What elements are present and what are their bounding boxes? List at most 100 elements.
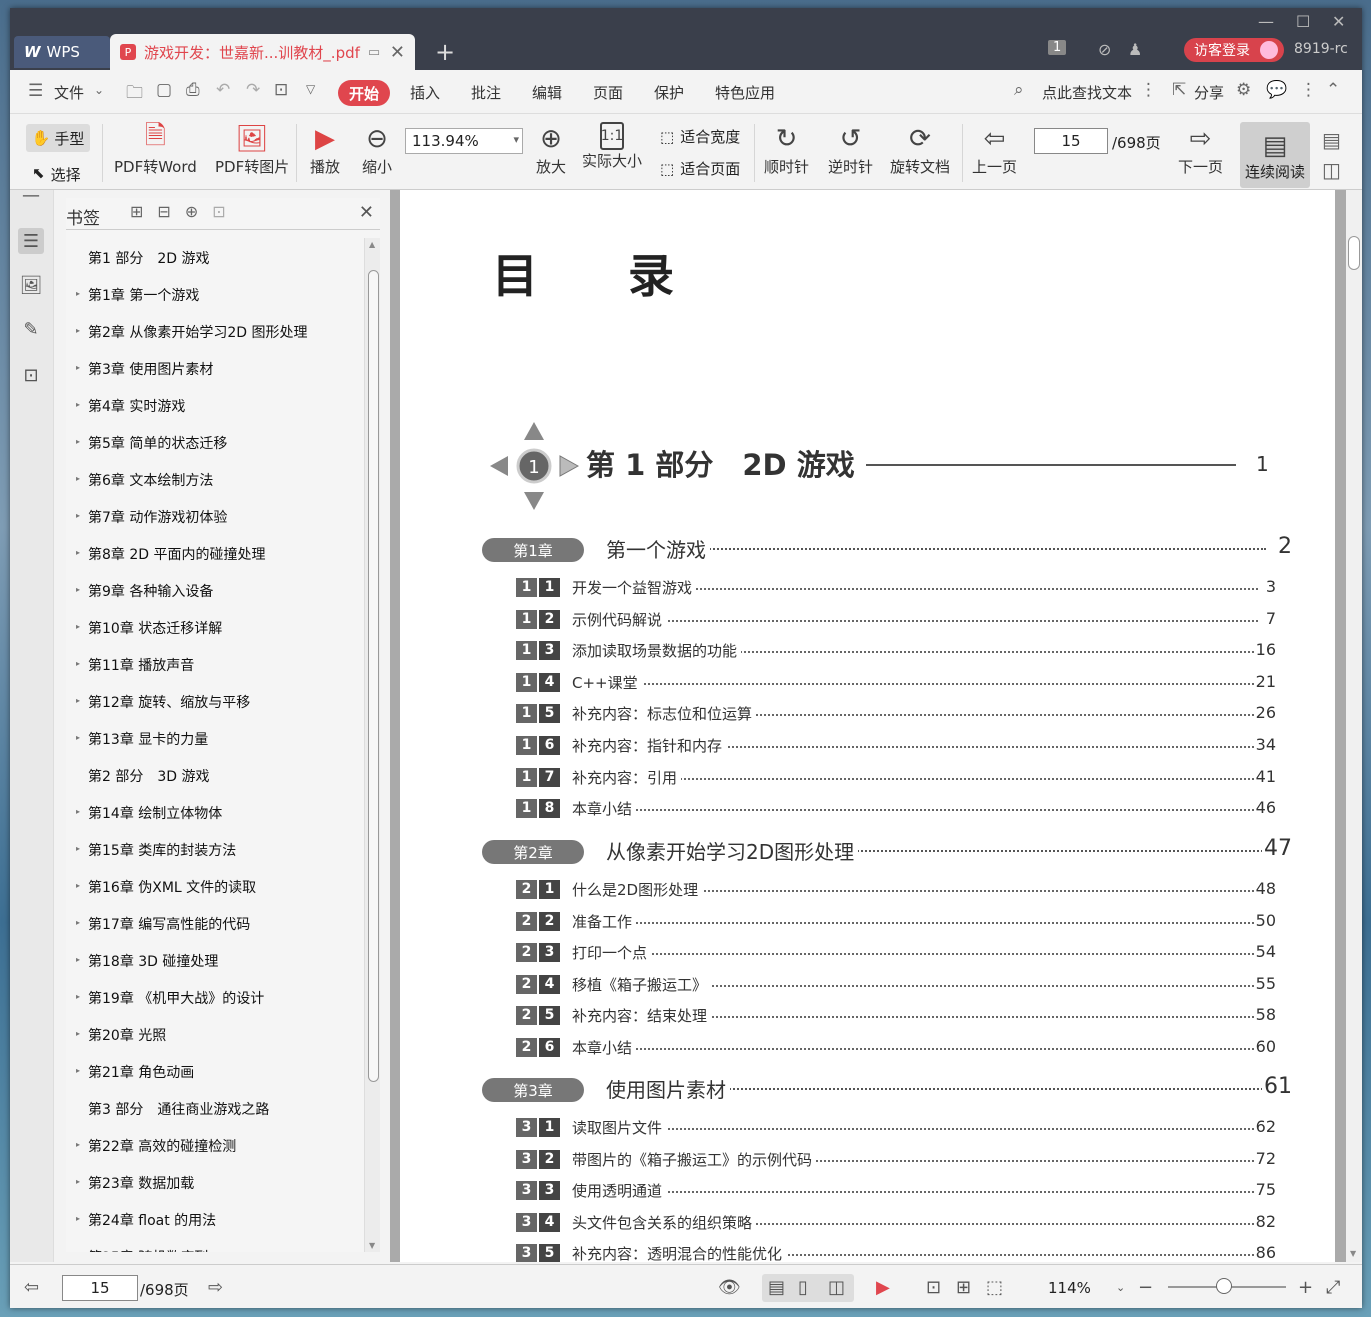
bookmark-item[interactable]: 第3 部分 通往商业游戏之路 [88, 1099, 269, 1119]
new-tab-button[interactable]: + [435, 38, 455, 66]
bookmark-item[interactable]: 第1章 第一个游戏 [88, 285, 199, 305]
bookmark-scrollbar[interactable]: ▲ ▼ [364, 238, 380, 1252]
zoom-minus-icon[interactable]: − [1138, 1277, 1153, 1298]
expand-arrow-icon[interactable]: ▸ [76, 659, 80, 668]
add-bookmark-icon[interactable]: ⊕ [185, 202, 198, 221]
sync-icon[interactable]: ⊘ [1098, 40, 1111, 59]
image-extract-icon[interactable]: ⊡ [18, 362, 44, 388]
expand-arrow-icon[interactable]: ▸ [76, 622, 80, 631]
eye-protection-icon[interactable]: 👁 [718, 1277, 741, 1298]
scroll-down-icon[interactable]: ▼ [1350, 1249, 1356, 1258]
toc-section-row[interactable]: 2 3 打印一个点 54 [516, 941, 1276, 965]
collapse-ribbon-icon[interactable]: ⌃ [1326, 80, 1340, 100]
select-tool-button[interactable]: ⬉ 选择 [32, 164, 81, 185]
close-panel-icon[interactable]: ✕ [359, 202, 374, 223]
toc-section-row[interactable]: 2 5 补充内容：结束处理 58 [516, 1004, 1276, 1028]
zoom-out-button[interactable]: ⊖ 缩小 [362, 122, 392, 177]
bookmark-item[interactable]: 第18章 3D 碰撞处理 [88, 951, 218, 971]
dual-page-icon[interactable]: ◫ [1322, 158, 1341, 182]
next-page-button[interactable]: ⇨ 下一页 [1178, 122, 1223, 177]
expand-arrow-icon[interactable]: ▸ [76, 511, 80, 520]
toc-section-row[interactable]: 3 3 使用透明通道 75 [516, 1179, 1276, 1203]
bookmark-ribbon-icon[interactable]: ⊡ [212, 202, 225, 221]
more-options-icon[interactable]: ⋮ [1300, 80, 1317, 100]
expand-arrow-icon[interactable]: ▸ [76, 1177, 80, 1186]
play-icon[interactable]: ▶ [876, 1277, 890, 1298]
bookmark-panel-icon[interactable]: ☰ [18, 228, 44, 254]
bookmark-item[interactable]: 第23章 数据加载 [88, 1173, 194, 1193]
bookmark-item[interactable]: 第24章 float 的用法 [88, 1210, 216, 1230]
close-window-button[interactable]: ✕ [1332, 12, 1345, 31]
toc-section-row[interactable]: 2 4 移植《箱子搬运工》 55 [516, 973, 1276, 997]
document-scroll-thumb[interactable] [1348, 236, 1360, 270]
tab-start[interactable]: 开始 [338, 80, 390, 106]
prev-page-icon[interactable]: ⇦ [24, 1277, 39, 1298]
toc-section-row[interactable]: 1 6 补充内容：指针和内存 34 [516, 734, 1276, 758]
comment-icon[interactable]: 💬 [1266, 80, 1287, 100]
expand-arrow-icon[interactable]: ▸ [76, 1140, 80, 1149]
expand-arrow-icon[interactable]: ▸ [76, 807, 80, 816]
bookmark-item[interactable]: 第12章 旋转、缩放与平移 [88, 692, 250, 712]
dual-page-icon[interactable]: ◫ [828, 1277, 845, 1298]
expand-arrow-icon[interactable]: ▸ [76, 363, 80, 372]
print-icon[interactable]: ⎙ [186, 80, 200, 100]
bookmark-item[interactable]: 第20章 光照 [88, 1025, 166, 1045]
bookmark-item[interactable]: 第5章 简单的状态迁移 [88, 433, 227, 453]
share-button[interactable]: 分享 [1194, 82, 1224, 103]
bookmark-item[interactable]: 第11章 播放声音 [88, 655, 194, 675]
tab-protect[interactable]: 保护 [654, 82, 684, 103]
pdf-to-image-button[interactable]: 🖼 PDF转图片 [215, 122, 289, 177]
expand-arrow-icon[interactable]: ▸ [76, 548, 80, 557]
expand-arrow-icon[interactable]: ▸ [76, 844, 80, 853]
hand-tool-button[interactable]: ✋ 手型 [26, 124, 90, 152]
bookmark-item[interactable]: 第16章 伪XML 文件的读取 [88, 877, 256, 897]
next-page-icon[interactable]: ⇨ [208, 1277, 223, 1298]
zoom-level-select[interactable]: 113.94% [405, 128, 523, 154]
zoom-plus-icon[interactable]: + [1298, 1277, 1313, 1298]
more-dropdown-icon[interactable]: ▽ [306, 82, 315, 96]
settings-gear-icon[interactable]: ⚙ [1236, 80, 1251, 100]
bookmark-item[interactable]: 第1 部分 2D 游戏 [88, 248, 210, 268]
annotation-pen-icon[interactable]: ✎ [18, 316, 44, 342]
open-folder-icon[interactable]: 🗀 [126, 80, 143, 109]
expand-arrow-icon[interactable]: ▸ [76, 1214, 80, 1223]
toc-chapter-row[interactable]: 第1章 第一个游戏 2 [482, 534, 1292, 568]
toc-section-row[interactable]: 1 8 本章小结 46 [516, 797, 1276, 821]
maximize-button[interactable]: ☐ [1296, 12, 1310, 31]
expand-arrow-icon[interactable]: ▸ [76, 696, 80, 705]
tab-insert[interactable]: 插入 [410, 82, 440, 103]
toc-section-row[interactable]: 1 5 补充内容：标志位和位运算 26 [516, 702, 1276, 726]
bookmark-item[interactable]: 第21章 角色动画 [88, 1062, 194, 1082]
expand-arrow-icon[interactable]: ▸ [76, 289, 80, 298]
share-icon[interactable]: ⇱ [1172, 80, 1186, 100]
zoom-in-button[interactable]: ⊕ 放大 [536, 122, 566, 177]
continuous-reading-button[interactable]: ▤ 连续阅读 [1240, 122, 1310, 188]
toc-section-row[interactable]: 3 4 头文件包含关系的组织策略 82 [516, 1211, 1276, 1235]
expand-all-icon[interactable]: ⊞ [130, 202, 143, 221]
document-view[interactable]: 目录 1 第 1 部分 2D 游戏 1 第1章 第一个游戏 2 1 1 开发一个益智游戏 3… [390, 190, 1346, 1262]
scroll-up-icon[interactable]: ▲ [369, 240, 375, 249]
bookmark-item[interactable]: 第9章 各种输入设备 [88, 581, 213, 601]
actual-size-button[interactable]: 1:1 实际大小 [582, 122, 642, 171]
continuous-page-icon[interactable]: ▯ [798, 1277, 808, 1298]
rotate-counterclockwise-button[interactable]: ↺ 逆时针 [828, 122, 873, 177]
bookmark-item[interactable]: 第2章 从像素开始学习2D 图形处理 [88, 322, 308, 342]
close-tab-icon[interactable]: ✕ [390, 42, 405, 63]
expand-arrow-icon[interactable]: ▸ [76, 437, 80, 446]
expand-arrow-icon[interactable]: ▸ [76, 918, 80, 927]
monitor-icon[interactable]: ▭ [368, 45, 380, 60]
status-page-input[interactable]: 15 [62, 1275, 138, 1301]
bookmark-item[interactable]: 第10章 状态迁移详解 [88, 618, 222, 638]
save-icon[interactable]: ▢ [156, 80, 172, 100]
thumbnail-icon[interactable]: 🖼 [18, 272, 44, 298]
export-image-icon[interactable]: ⊡ [274, 80, 288, 100]
tab-annotate[interactable]: 批注 [471, 82, 501, 103]
pdf-to-word-button[interactable]: 🗎 PDF转Word [114, 121, 197, 177]
toc-section-row[interactable]: 3 2 带图片的《箱子搬运工》的示例代码 72 [516, 1148, 1276, 1172]
wps-home-tab[interactable]: W WPS [14, 36, 110, 68]
bookmark-item[interactable]: 第15章 类库的封装方法 [88, 840, 236, 860]
expand-arrow-icon[interactable]: ▸ [76, 1251, 80, 1252]
actual-size-icon[interactable]: ⊡ [926, 1277, 941, 1298]
zoom-slider-knob[interactable] [1216, 1278, 1232, 1294]
scroll-down-icon[interactable]: ▼ [369, 1241, 375, 1250]
